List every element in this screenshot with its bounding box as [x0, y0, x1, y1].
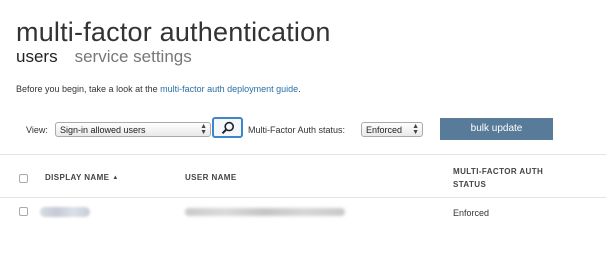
- deployment-guide-link[interactable]: multi-factor auth deployment guide: [160, 84, 298, 94]
- tabs: users service settings: [16, 46, 192, 68]
- column-header-display-name[interactable]: DISPLAY NAME ▲: [45, 173, 119, 182]
- intro-text: Before you begin, take a look at the mul…: [16, 84, 301, 94]
- search-icon: [221, 121, 234, 135]
- mfa-status-select[interactable]: Enforced ▲ ▼: [361, 122, 423, 137]
- sort-ascending-icon: ▲: [112, 175, 119, 181]
- view-select[interactable]: Sign-in allowed users ▲ ▼: [55, 122, 211, 137]
- redacted-user-name: [185, 208, 345, 216]
- table-header-row: DISPLAY NAME ▲ USER NAME MULTI-FACTOR AUT…: [0, 155, 606, 197]
- row-mfa-status: Enforced: [453, 208, 490, 218]
- column-header-user-name[interactable]: USER NAME: [185, 173, 237, 182]
- filter-bar: View: Sign-in allowed users ▲ ▼ Multi-Fac…: [0, 117, 606, 143]
- view-select-value: Sign-in allowed users: [60, 125, 146, 135]
- select-all-checkbox[interactable]: [19, 174, 28, 183]
- search-button[interactable]: [212, 117, 243, 138]
- intro-prefix: Before you begin, take a look at the: [16, 84, 161, 94]
- table-row[interactable]: Enforced: [0, 198, 606, 228]
- tab-service-settings[interactable]: service settings: [75, 46, 192, 68]
- select-arrows-icon: ▲ ▼: [200, 123, 207, 136]
- mfa-status-label: Multi-Factor Auth status:: [248, 125, 346, 135]
- redacted-display-name: [40, 207, 90, 217]
- tab-users[interactable]: users: [16, 46, 58, 68]
- mfa-status-select-value: Enforced: [366, 125, 403, 135]
- page-title: multi-factor authentication: [16, 17, 331, 47]
- select-arrows-icon: ▲ ▼: [412, 123, 419, 136]
- column-header-display-name-label: DISPLAY NAME: [45, 173, 110, 182]
- column-header-mfa-status[interactable]: MULTI-FACTOR AUTH STATUS: [453, 165, 573, 191]
- row-checkbox[interactable]: [19, 207, 28, 216]
- intro-suffix: .: [298, 84, 301, 94]
- bulk-update-button[interactable]: bulk update: [440, 118, 553, 140]
- view-label: View:: [26, 125, 48, 135]
